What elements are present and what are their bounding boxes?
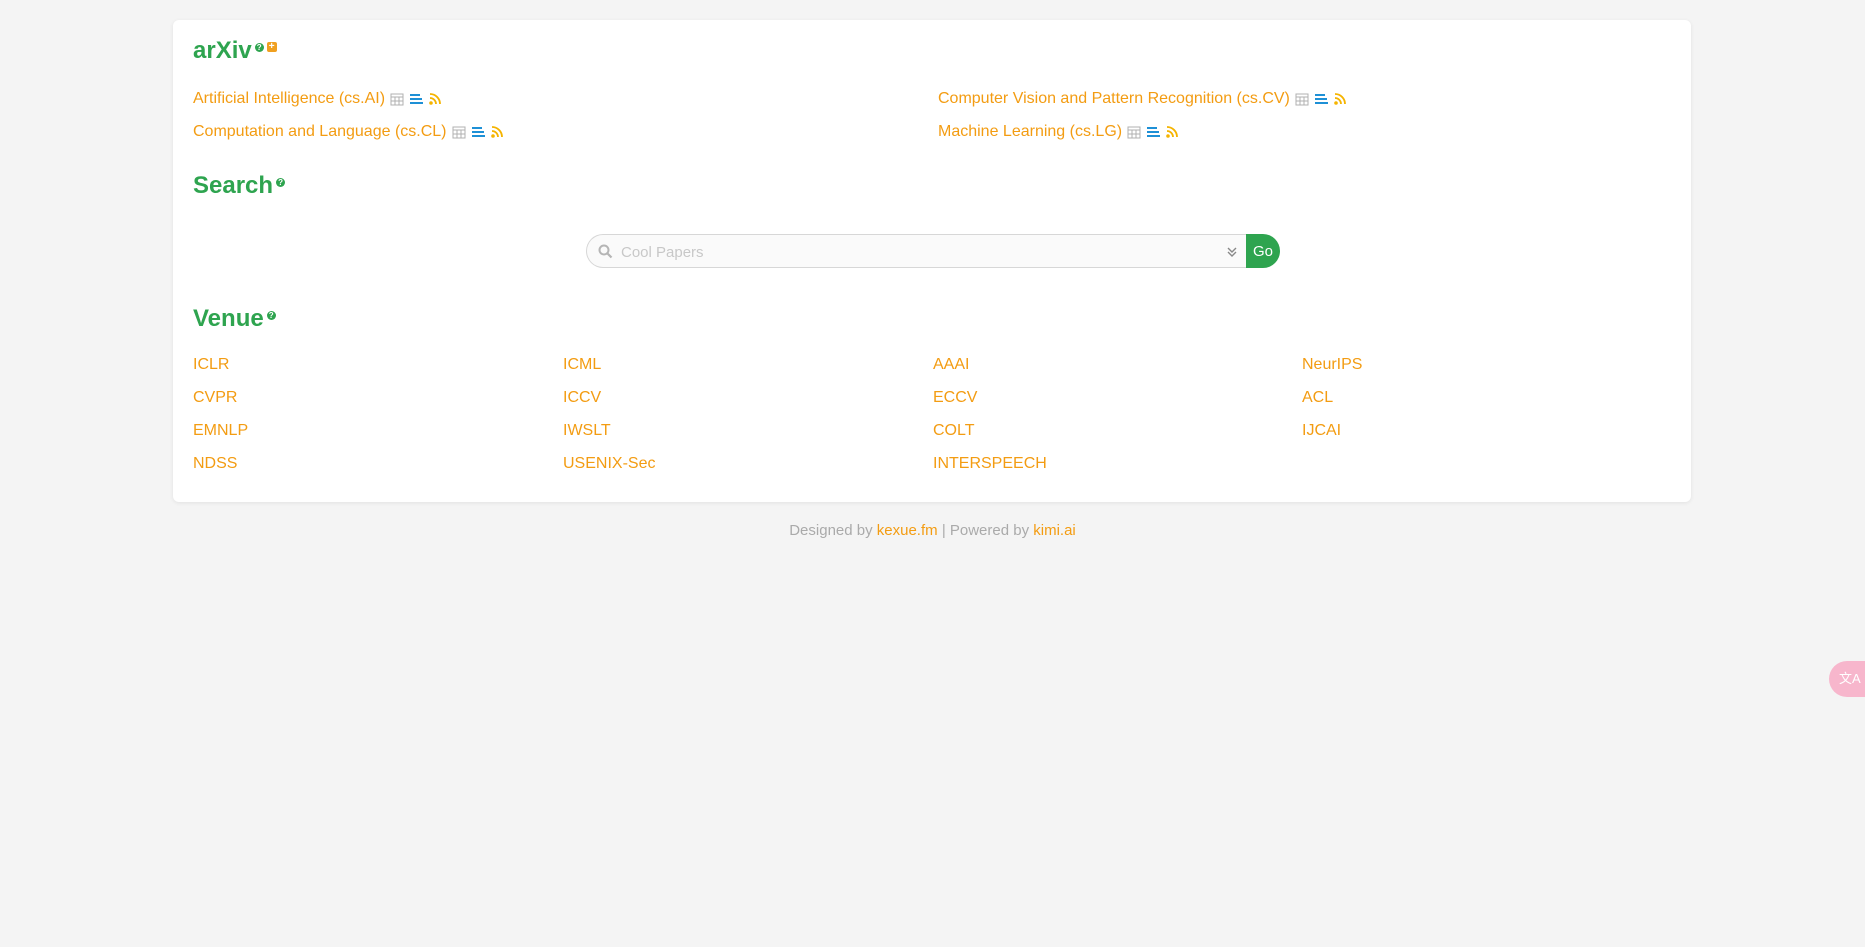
footer-separator: | Powered by	[941, 522, 1030, 539]
venue-link-interspeech[interactable]: INTERSPEECH	[933, 455, 1047, 473]
venue-link-iccv[interactable]: ICCV	[563, 389, 601, 407]
translate-button[interactable]: 文A	[1829, 661, 1865, 697]
venue-link-usenix-sec[interactable]: USENIX-Sec	[563, 455, 655, 473]
venue-link-neurips[interactable]: NeurIPS	[1302, 356, 1362, 374]
calendar-icon[interactable]	[1295, 92, 1309, 106]
venue-link-cvpr[interactable]: CVPR	[193, 389, 237, 407]
footer-link-kimi[interactable]: kimi.ai	[1033, 522, 1076, 539]
go-button[interactable]: Go	[1246, 234, 1280, 268]
search-input[interactable]	[619, 241, 1213, 263]
help-icon[interactable]: ?	[254, 43, 264, 52]
arxiv-title: arXiv	[193, 37, 252, 64]
search-box	[586, 234, 1247, 268]
arxiv-link-cs-ai[interactable]: Artificial Intelligence (cs.AI)	[193, 90, 385, 108]
venue-link-emnlp[interactable]: EMNLP	[193, 422, 248, 440]
venue-link-ndss[interactable]: NDSS	[193, 455, 237, 473]
venue-link-aaai[interactable]: AAAI	[933, 356, 969, 374]
translate-icon: 文A	[1839, 671, 1861, 686]
list-icon[interactable]	[409, 92, 424, 106]
venue-link-ijcai[interactable]: IJCAI	[1302, 422, 1341, 440]
footer: Designed by kexue.fm | Powered by kimi.a…	[0, 522, 1865, 539]
list-icon[interactable]	[1146, 125, 1161, 139]
footer-designed-prefix: Designed by	[789, 522, 873, 539]
main-card: arXiv ? + Artificial Intelligence (cs.AI…	[173, 20, 1691, 502]
arxiv-link-cs-cl[interactable]: Computation and Language (cs.CL)	[193, 123, 447, 141]
help-icon[interactable]: ?	[266, 311, 276, 320]
calendar-icon[interactable]	[452, 125, 466, 139]
arxiv-section-title: arXiv ? +	[193, 37, 277, 65]
calendar-icon[interactable]	[1127, 125, 1141, 139]
rss-icon[interactable]	[1165, 125, 1179, 139]
calendar-icon[interactable]	[390, 92, 404, 106]
help-icon[interactable]: ?	[276, 178, 286, 187]
venue-link-colt[interactable]: COLT	[933, 422, 974, 440]
arxiv-item-cs-cl: Computation and Language (cs.CL)	[193, 123, 504, 141]
list-icon[interactable]	[1314, 92, 1328, 106]
rss-icon[interactable]	[490, 125, 504, 139]
venue-title: Venue	[193, 305, 264, 332]
arxiv-link-cs-cv[interactable]: Computer Vision and Pattern Recognition …	[938, 90, 1290, 108]
arxiv-item-cs-cv: Computer Vision and Pattern Recognition …	[938, 90, 1347, 108]
arxiv-item-cs-ai: Artificial Intelligence (cs.AI)	[193, 90, 442, 108]
arxiv-link-cs-lg[interactable]: Machine Learning (cs.LG)	[938, 123, 1122, 141]
venue-link-iwslt[interactable]: IWSLT	[563, 422, 611, 440]
venue-section-title: Venue ?	[193, 305, 276, 333]
search-bar: Go	[586, 234, 1283, 268]
chevron-down-icon[interactable]	[1227, 246, 1237, 258]
rss-icon[interactable]	[1333, 92, 1347, 106]
venue-link-acl[interactable]: ACL	[1302, 389, 1333, 407]
rss-icon[interactable]	[428, 92, 442, 106]
venue-link-eccv[interactable]: ECCV	[933, 389, 977, 407]
plus-icon[interactable]: +	[266, 42, 277, 52]
search-section-title: Search ?	[193, 172, 286, 200]
search-title: Search	[193, 172, 274, 199]
arxiv-item-cs-lg: Machine Learning (cs.LG)	[938, 123, 1179, 141]
list-icon[interactable]	[471, 125, 485, 139]
venue-link-icml[interactable]: ICML	[563, 356, 601, 374]
footer-link-kexue[interactable]: kexue.fm	[877, 522, 938, 539]
venue-link-iclr[interactable]: ICLR	[193, 356, 229, 374]
search-icon	[598, 244, 613, 259]
